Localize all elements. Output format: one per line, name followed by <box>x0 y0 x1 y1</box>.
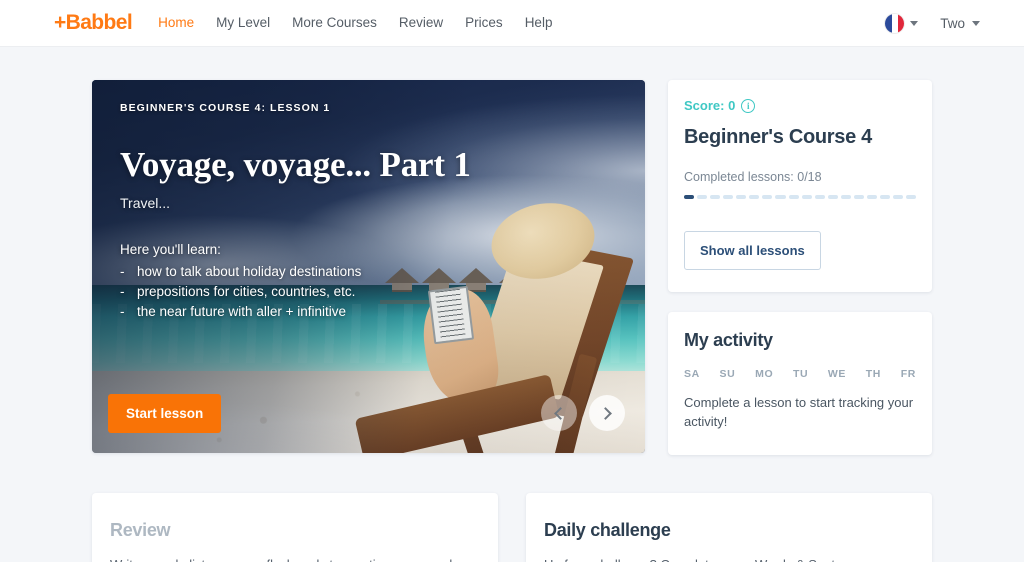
language-selector[interactable] <box>885 13 919 33</box>
activity-title: My activity <box>684 330 773 350</box>
user-name-label: Two <box>940 15 965 31</box>
progress-segment <box>866 195 877 199</box>
top-navbar: +Babbel Home My Level More Courses Revie… <box>0 0 1024 47</box>
learn-item-text: how to talk about holiday destinations <box>137 264 362 279</box>
navbar-right: Two <box>885 13 980 33</box>
bullet-dash: - <box>120 264 125 279</box>
course-title: Beginner's Course 4 <box>684 126 873 148</box>
nav-link-review[interactable]: Review <box>399 16 443 30</box>
nav-link-help[interactable]: Help <box>525 16 553 30</box>
nav-link-my-level[interactable]: My Level <box>216 16 270 30</box>
progress-segment <box>893 195 904 199</box>
weekday-label: SA <box>684 368 700 380</box>
french-flag-icon <box>885 13 905 33</box>
course-progress-card: Score: 0 i Beginner's Course 4 Completed… <box>668 80 932 292</box>
hero-title: Voyage, voyage... Part 1 <box>120 145 471 184</box>
daily-challenge-card-title: Daily challenge <box>544 520 671 540</box>
progress-segment <box>697 195 708 199</box>
weekday-label: TU <box>792 368 809 380</box>
progress-segment <box>853 195 864 199</box>
hero-kicker: BEGINNER'S COURSE 4: LESSON 1 <box>120 102 331 114</box>
start-lesson-button[interactable]: Start lesson <box>108 394 222 433</box>
progress-segment <box>749 195 760 199</box>
nav-link-home[interactable]: Home <box>158 16 194 30</box>
chevron-right-icon <box>599 406 612 420</box>
progress-segment <box>736 195 747 199</box>
progress-segment <box>840 195 851 199</box>
activity-message: Complete a lesson to start tracking your… <box>684 395 914 429</box>
nav-link-prices[interactable]: Prices <box>465 16 503 30</box>
weekday-label: FR <box>900 368 916 380</box>
score-label: Score: 0 <box>684 98 736 113</box>
progress-segment <box>801 195 812 199</box>
weekday-label: SU <box>719 368 736 380</box>
progress-segment <box>775 195 786 199</box>
bottom-cards-row: Review Write, speak, listen, or use flas… <box>92 493 932 562</box>
review-card[interactable]: Review Write, speak, listen, or use flas… <box>92 493 498 562</box>
user-menu[interactable]: Two <box>940 16 980 31</box>
learn-item-text: the near future with aller + infinitive <box>137 304 346 319</box>
bullet-dash: - <box>120 304 125 319</box>
hero-learning-objectives: Here you'll learn: - how to talk about h… <box>120 240 617 322</box>
chevron-left-icon <box>554 406 567 420</box>
left-column: BEGINNER'S COURSE 4: LESSON 1 Voyage, vo… <box>92 80 645 455</box>
review-card-title: Review <box>110 520 171 540</box>
right-column: Score: 0 i Beginner's Course 4 Completed… <box>668 80 932 455</box>
hero-subtitle: Travel... <box>120 195 171 211</box>
daily-challenge-card[interactable]: Daily challenge Up for a challenge? Comp… <box>526 493 932 562</box>
weekday-label: TH <box>865 368 881 380</box>
progress-segment <box>723 195 734 199</box>
show-all-lessons-button[interactable]: Show all lessons <box>684 231 821 270</box>
main-nav: Home My Level More Courses Review Prices… <box>158 16 552 30</box>
learn-item-text: prepositions for cities, countries, etc. <box>137 284 356 299</box>
completed-lessons-label: Completed lessons: 0/18 <box>684 170 822 184</box>
chevron-down-icon <box>910 20 919 26</box>
learn-item: - how to talk about holiday destinations <box>120 262 617 282</box>
score-row: Score: 0 i <box>684 98 916 113</box>
learn-item: - the near future with aller + infinitiv… <box>120 302 617 322</box>
progress-segment <box>762 195 773 199</box>
weekday-label: WE <box>827 368 847 380</box>
carousel-prev-button[interactable] <box>541 395 577 431</box>
lesson-progress-bar <box>684 195 917 199</box>
progress-segment <box>684 195 695 199</box>
lesson-hero-card[interactable]: BEGINNER'S COURSE 4: LESSON 1 Voyage, vo… <box>92 80 645 453</box>
carousel-next-button[interactable] <box>589 395 625 431</box>
learn-heading: Here you'll learn: <box>120 242 221 257</box>
info-icon[interactable]: i <box>741 98 756 113</box>
progress-segment <box>710 195 721 199</box>
progress-segment <box>814 195 825 199</box>
nav-link-more-courses[interactable]: More Courses <box>292 16 377 30</box>
progress-segment <box>827 195 838 199</box>
daily-challenge-card-text: Up for a challenge? Complete some Words … <box>544 555 914 562</box>
chevron-down-icon <box>972 20 980 26</box>
babbel-logo[interactable]: +Babbel <box>54 11 133 35</box>
progress-segment <box>879 195 890 199</box>
weekday-row: SA SU MO TU WE TH FR <box>684 368 916 380</box>
bullet-dash: - <box>120 284 125 299</box>
progress-segment <box>788 195 799 199</box>
my-activity-card: My activity SA SU MO TU WE TH FR Complete a le… <box>668 312 932 455</box>
progress-segment <box>906 195 917 199</box>
weekday-label: MO <box>755 368 774 380</box>
learn-item: - prepositions for cities, countries, et… <box>120 282 617 302</box>
review-card-text: Write, speak, listen, or use flashcards … <box>110 555 480 562</box>
page-content: BEGINNER'S COURSE 4: LESSON 1 Voyage, vo… <box>0 47 1024 562</box>
